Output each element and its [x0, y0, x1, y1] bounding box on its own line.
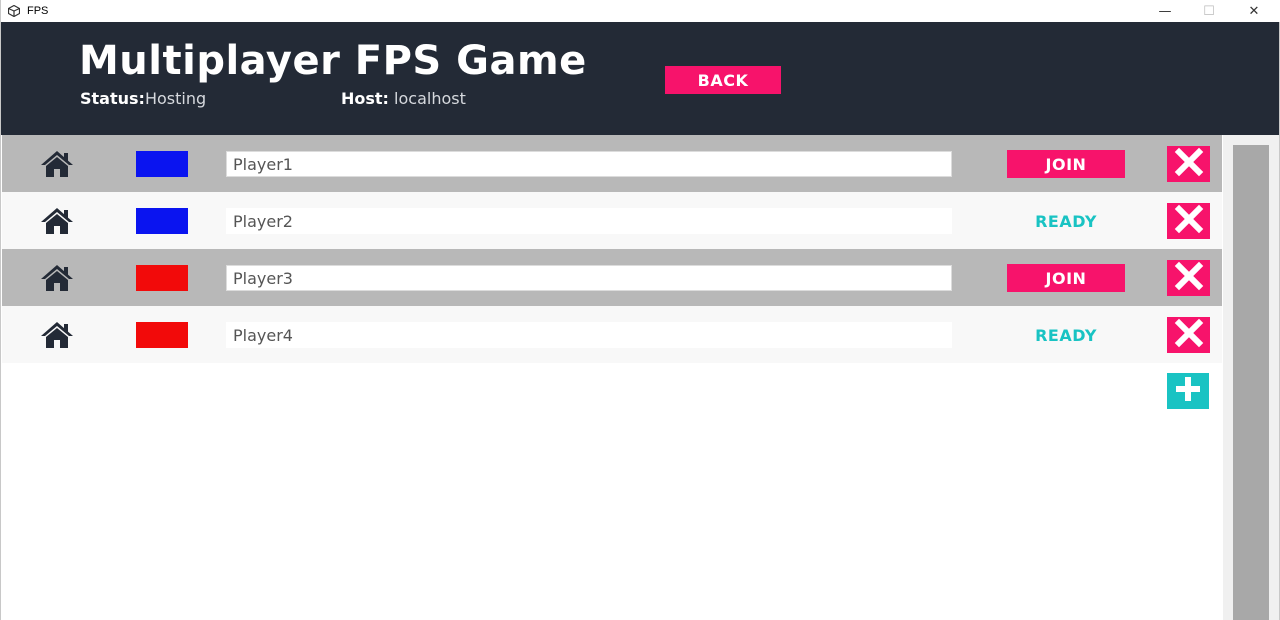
status-info: Status:Hosting	[80, 89, 206, 108]
lobby-header: Multiplayer FPS Game Status:Hosting Host…	[1, 22, 1279, 135]
join-button[interactable]: JOIN	[1007, 150, 1125, 178]
plus-icon	[1173, 374, 1203, 408]
scrollbar-thumb[interactable]	[1233, 145, 1269, 620]
player-name-input[interactable]: Player3	[226, 265, 952, 291]
status-value: Hosting	[144, 89, 207, 108]
close-icon	[1174, 261, 1204, 295]
player-name-input[interactable]: Player1	[226, 151, 952, 177]
close-icon	[1174, 318, 1204, 352]
player-row: Player3 JOIN	[2, 249, 1222, 306]
close-icon	[1174, 204, 1204, 238]
player-row: Player1 JOIN	[2, 135, 1222, 192]
status-label: Status:	[80, 89, 145, 108]
minimize-button[interactable]: —	[1142, 0, 1188, 22]
host-value: localhost	[394, 89, 466, 108]
home-icon	[40, 149, 74, 179]
team-color-swatch[interactable]	[136, 151, 188, 177]
remove-player-button[interactable]	[1167, 203, 1210, 239]
window-title: FPS	[27, 5, 49, 17]
page-title: Multiplayer FPS Game	[79, 38, 587, 84]
player-name-field: Player4	[226, 322, 952, 348]
host-info: Host: localhost	[341, 89, 466, 108]
game-window: FPS — ☐ ✕ Multiplayer FPS Game Status:Ho…	[0, 0, 1280, 620]
home-icon	[40, 206, 74, 236]
ready-status-label: READY	[1035, 211, 1097, 231]
home-icon	[40, 320, 74, 350]
home-icon	[40, 263, 74, 293]
team-color-swatch[interactable]	[136, 265, 188, 291]
team-color-swatch[interactable]	[136, 208, 188, 234]
player-list: Player1 JOIN Player2 READY Player3 JOIN …	[2, 135, 1222, 363]
host-label: Host:	[341, 89, 389, 108]
ready-status-label: READY	[1035, 325, 1097, 345]
maximize-button[interactable]: ☐	[1186, 0, 1232, 22]
close-icon	[1174, 147, 1204, 181]
remove-player-button[interactable]	[1167, 317, 1210, 353]
remove-player-button[interactable]	[1167, 260, 1210, 296]
remove-player-button[interactable]	[1167, 146, 1210, 182]
back-button[interactable]: BACK	[665, 66, 781, 94]
team-color-swatch[interactable]	[136, 322, 188, 348]
join-button[interactable]: JOIN	[1007, 264, 1125, 292]
title-bar: FPS — ☐ ✕	[1, 0, 1280, 22]
add-player-button[interactable]	[1167, 373, 1209, 409]
player-row: Player4 READY	[2, 306, 1222, 363]
close-window-button[interactable]: ✕	[1231, 0, 1277, 22]
unity-logo-icon	[7, 4, 21, 18]
player-row: Player2 READY	[2, 192, 1222, 249]
player-name-field: Player2	[226, 208, 952, 234]
